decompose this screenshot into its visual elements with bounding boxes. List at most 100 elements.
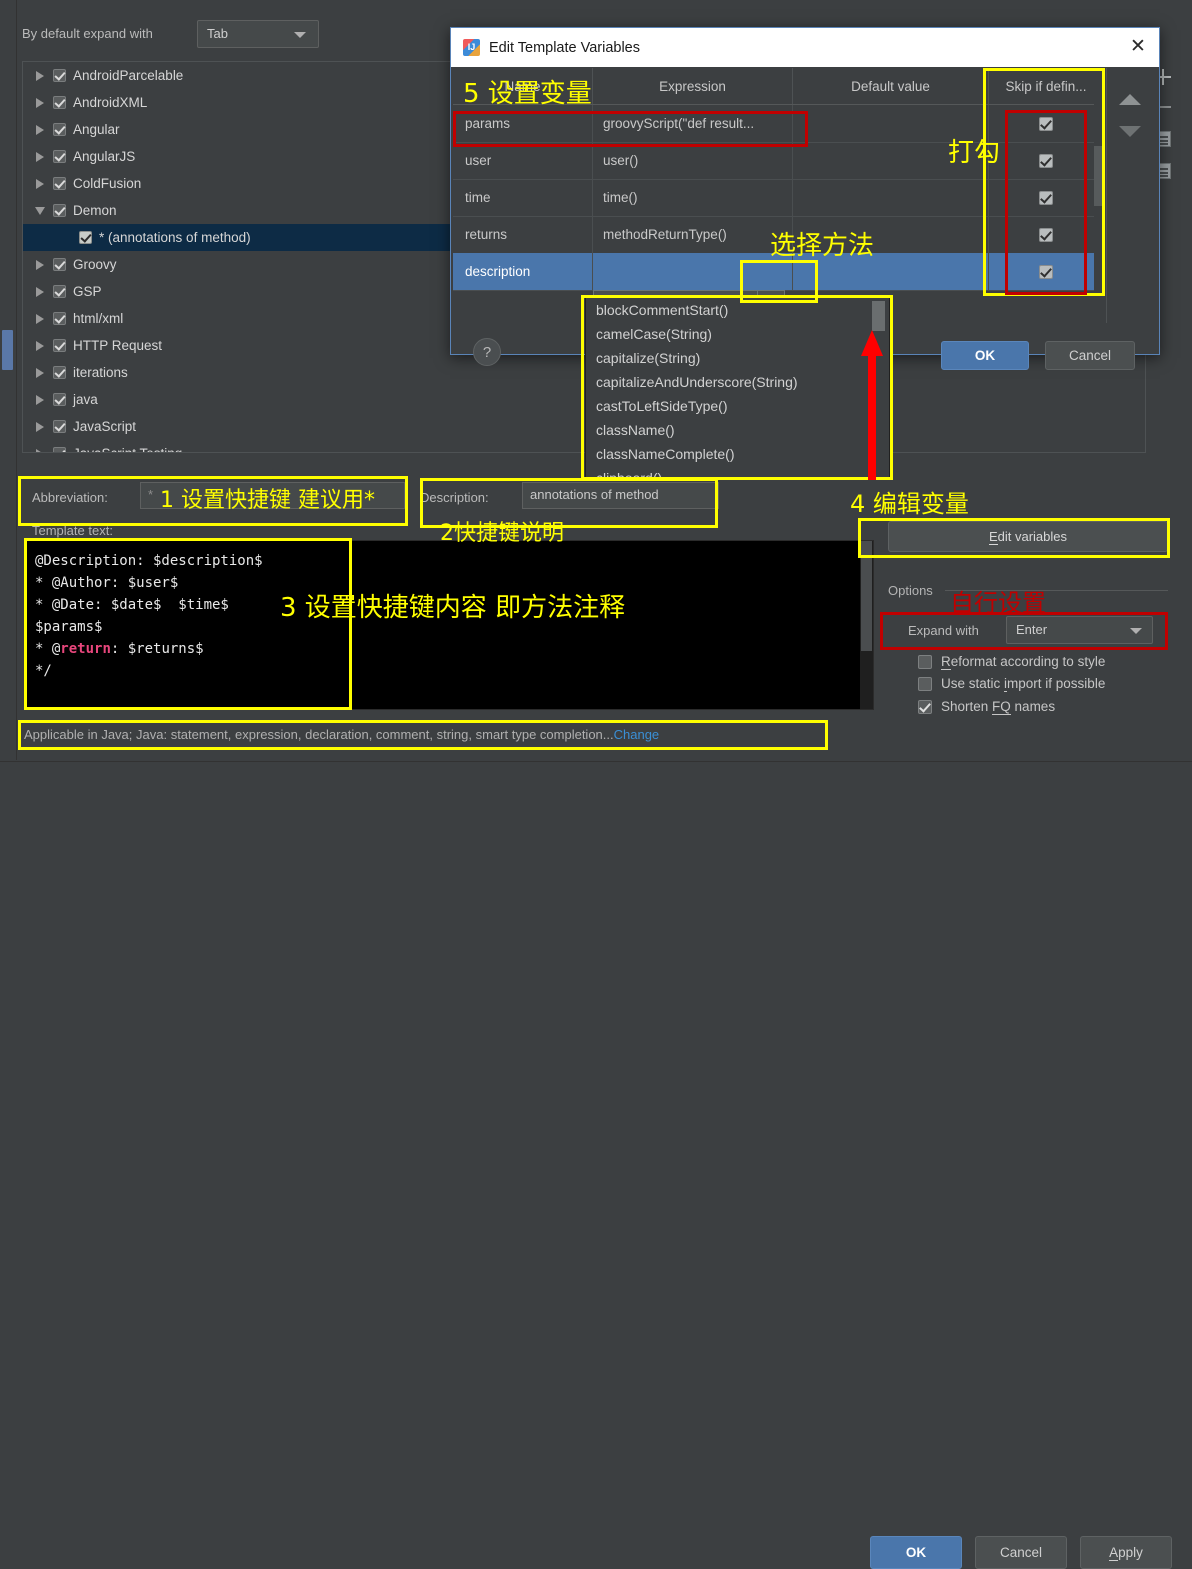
triangle-up-icon[interactable] [1119, 94, 1141, 105]
tree-item-checkbox[interactable] [53, 96, 66, 109]
dialog-titlebar: Edit Template Variables ✕ [451, 28, 1159, 67]
list-item[interactable]: castToLeftSideType() [586, 394, 889, 418]
list-item[interactable]: blockCommentStart() [586, 298, 889, 322]
variable-skip-cell[interactable] [989, 105, 1103, 142]
list-item[interactable]: camelCase(String) [586, 322, 889, 346]
static-import-checkbox[interactable] [918, 676, 932, 691]
abbreviation-label: Abbreviation: [32, 490, 108, 505]
list-item[interactable]: className() [586, 418, 889, 442]
reformat-checkbox[interactable] [918, 654, 932, 669]
tree-item-checkbox[interactable] [53, 339, 66, 352]
page-scrollbar-track[interactable] [2, 0, 13, 760]
description-input[interactable]: annotations of method [522, 482, 719, 509]
ok-button[interactable]: OK [870, 1536, 962, 1569]
change-context-link[interactable]: Change [614, 727, 660, 742]
tree-item-checkbox[interactable] [53, 447, 66, 452]
variable-default-value [793, 142, 989, 179]
variable-expression: groovyScript("def result... [593, 105, 793, 142]
chevron-right-icon[interactable] [31, 143, 49, 170]
tree-item-checkbox[interactable] [53, 123, 66, 136]
chevron-down-icon[interactable] [31, 197, 49, 224]
reformat-checkbox-row[interactable]: Reformat according to style [918, 654, 1105, 670]
skip-if-defined-checkbox[interactable] [1039, 227, 1053, 242]
chevron-right-icon[interactable] [31, 413, 49, 440]
dialog-cancel-button[interactable]: Cancel [1045, 341, 1135, 370]
tree-row[interactable]: java [23, 386, 1145, 413]
table-row[interactable]: user user() [453, 142, 1104, 180]
edit-variables-button[interactable]: Edit variables [888, 521, 1168, 552]
chevron-right-icon[interactable] [31, 332, 49, 359]
close-icon[interactable]: ✕ [1127, 37, 1149, 59]
variable-skip-cell[interactable] [989, 253, 1103, 290]
tree-item-checkbox[interactable] [53, 258, 66, 271]
static-import-checkbox-row[interactable]: Use static import if possible [918, 676, 1105, 692]
tree-row[interactable]: JavaScript Testing [23, 440, 1145, 452]
skip-if-defined-checkbox[interactable] [1039, 116, 1053, 131]
skip-if-defined-checkbox[interactable] [1039, 153, 1053, 168]
chevron-right-icon[interactable] [31, 62, 49, 89]
default-expand-with-select[interactable]: Tab [197, 20, 319, 48]
tree-item-checkbox[interactable] [53, 420, 66, 433]
tree-item-checkbox[interactable] [53, 204, 66, 217]
options-divider [945, 590, 1168, 591]
tree-item-checkbox[interactable] [53, 177, 66, 190]
variable-skip-cell[interactable] [989, 179, 1103, 216]
table-row-selected[interactable]: description [453, 253, 1104, 291]
template-text-editor[interactable]: @Description: $description$ * @Author: $… [24, 540, 874, 710]
chevron-right-icon[interactable] [31, 170, 49, 197]
variable-skip-cell[interactable] [989, 142, 1103, 179]
help-icon[interactable]: ? [473, 338, 501, 366]
abbreviation-input[interactable]: * [140, 482, 405, 509]
tree-item-label: AndroidParcelable [73, 68, 184, 83]
column-header-default-value[interactable]: Default value [793, 68, 989, 104]
list-item[interactable]: clipboard() [586, 466, 889, 478]
chevron-right-icon[interactable] [31, 251, 49, 278]
column-header-skip-if-defined[interactable]: Skip if defin... [989, 68, 1103, 104]
chevron-right-icon[interactable] [31, 440, 49, 452]
tree-row[interactable]: JavaScript [23, 413, 1145, 440]
chevron-right-icon[interactable] [31, 386, 49, 413]
chevron-right-icon[interactable] [31, 305, 49, 332]
template-editor-scrollbar-thumb[interactable] [861, 541, 872, 651]
shorten-fq-checkbox-row[interactable]: Shorten FQ names [918, 699, 1055, 715]
variables-table-scrollbar-thumb[interactable] [1094, 146, 1104, 206]
skip-if-defined-checkbox[interactable] [1039, 190, 1053, 205]
list-item[interactable]: classNameComplete() [586, 442, 889, 466]
page-scrollbar-thumb[interactable] [2, 330, 13, 370]
tree-item-checkbox[interactable] [53, 393, 66, 406]
list-item[interactable]: capitalize(String) [586, 346, 889, 370]
chevron-right-icon[interactable] [31, 89, 49, 116]
tree-item-checkbox[interactable] [79, 231, 92, 244]
skip-if-defined-checkbox[interactable] [1039, 264, 1053, 279]
tree-item-checkbox[interactable] [53, 285, 66, 298]
tree-item-checkbox[interactable] [53, 150, 66, 163]
expression-dropdown-list[interactable]: blockCommentStart() camelCase(String) ca… [585, 297, 890, 479]
chevron-right-icon[interactable] [31, 278, 49, 305]
dialog-ok-button[interactable]: OK [941, 341, 1029, 370]
column-header-name[interactable]: Name [453, 68, 593, 104]
variable-expression [593, 253, 793, 290]
cancel-button[interactable]: Cancel [975, 1536, 1067, 1569]
shorten-fq-checkbox[interactable] [918, 699, 932, 714]
page-scrollbar[interactable] [0, 0, 14, 760]
variable-skip-cell[interactable] [989, 216, 1103, 253]
template-text-label: Template text: [32, 523, 113, 538]
variables-reorder-panel [1106, 68, 1153, 323]
variables-table[interactable]: Name Expression Default value Skip if de… [453, 68, 1104, 323]
chevron-right-icon[interactable] [31, 359, 49, 386]
table-row[interactable]: params groovyScript("def result... [453, 105, 1104, 143]
chevron-right-icon[interactable] [31, 116, 49, 143]
tree-item-checkbox[interactable] [53, 366, 66, 379]
table-row[interactable]: returns methodReturnType() [453, 216, 1104, 254]
default-expand-label: By default expand with [22, 26, 153, 41]
triangle-down-icon[interactable] [1119, 126, 1141, 137]
tree-item-checkbox[interactable] [53, 69, 66, 82]
tree-item-checkbox[interactable] [53, 312, 66, 325]
apply-button[interactable]: Apply [1080, 1536, 1172, 1569]
list-item[interactable]: capitalizeAndUnderscore(String) [586, 370, 889, 394]
column-header-expression[interactable]: Expression [593, 68, 793, 104]
table-row[interactable]: time time() [453, 179, 1104, 217]
expand-with-select[interactable]: Enter [1006, 616, 1153, 644]
variable-default-value [793, 253, 989, 290]
dropdown-scrollbar-thumb[interactable] [872, 301, 885, 331]
